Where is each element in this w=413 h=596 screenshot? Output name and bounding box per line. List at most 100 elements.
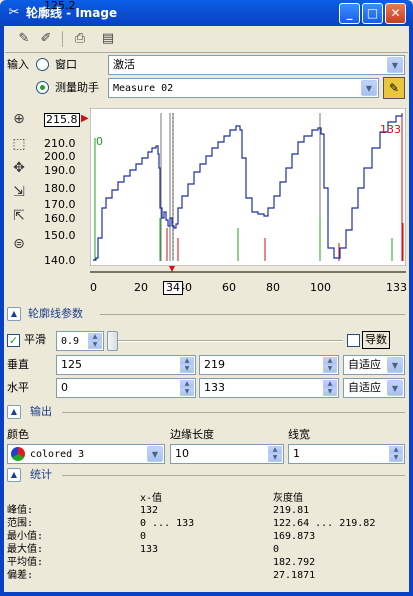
vertical-label: 垂直 <box>7 358 29 371</box>
document-icon[interactable]: ▤ <box>98 29 118 49</box>
output-section-title: 输出 <box>30 405 52 418</box>
measure-radio[interactable] <box>36 81 49 94</box>
close-button[interactable]: ✕ <box>385 3 406 24</box>
y-tick-label: 125.2 <box>44 0 76 12</box>
plot-background <box>90 108 406 266</box>
stats-section-title: 统计 <box>30 468 52 481</box>
window-select[interactable]: 激活 ▼ <box>108 55 405 75</box>
x-tick-label: 60 <box>222 281 236 294</box>
x-marker-triangle-icon <box>169 266 175 272</box>
edge-length-value: 10 <box>175 447 189 460</box>
move-icon[interactable]: ✥ <box>8 157 30 179</box>
measure-assistant-icon[interactable]: ✎ <box>383 77 405 99</box>
stats-x-cell: 0 <box>140 531 147 542</box>
horizontal-min-spinbox[interactable]: 0 ▲ ▼ <box>56 378 196 398</box>
stats-label-cell: 最小值: <box>7 531 44 542</box>
color-select[interactable]: colored 3 ▼ <box>7 444 165 464</box>
color-label: 颜色 <box>7 428 29 441</box>
stats-gray-cell: 219.81 <box>273 505 310 516</box>
smooth-slider-track[interactable] <box>108 340 343 342</box>
x-tick-label: 0 <box>90 281 97 294</box>
chevron-down-icon[interactable]: ▼ <box>361 80 377 96</box>
color-value: colored 3 <box>30 449 85 460</box>
y-tick-label: 150.0 <box>44 229 76 242</box>
chevron-down-icon[interactable]: ▼ <box>387 357 403 373</box>
axis-stretch-icon[interactable]: ⇱ <box>8 205 30 227</box>
vertical-mode-select[interactable]: 自适应 ▼ <box>343 355 405 375</box>
edge-length-spinbox[interactable]: 10 ▲ ▼ <box>170 444 284 464</box>
profile-plot[interactable]: 0 133 <box>90 108 406 266</box>
window-radio-label: 窗口 <box>55 58 77 71</box>
axis-scale-icon[interactable]: ⇲ <box>8 181 30 203</box>
x-axis-ruler[interactable] <box>90 266 406 278</box>
edge-length-spin-buttons[interactable]: ▲ ▼ <box>268 446 282 462</box>
vertical-max-value: 219 <box>204 358 225 371</box>
smooth-spinbox[interactable]: 0.9 ▲ ▼ <box>56 331 104 351</box>
vertical-min-value: 125 <box>61 358 82 371</box>
y-tick-label: 200.0 <box>44 150 76 163</box>
line-width-spinbox[interactable]: 1 ▲ ▼ <box>288 444 405 464</box>
collapse-output-icon[interactable]: ▲ <box>7 405 21 419</box>
vertical-max-spinbox[interactable]: 219 ▲ ▼ <box>199 355 339 375</box>
collapse-params-icon[interactable]: ▲ <box>7 307 21 321</box>
stats-x-cell: 133 <box>140 544 159 555</box>
horizontal-max-spin-buttons[interactable]: ▲ ▼ <box>323 380 337 396</box>
minimize-button[interactable]: _ <box>339 3 360 24</box>
measure-select[interactable]: Measure 02 ▼ <box>108 78 379 98</box>
line-width-spin-buttons[interactable]: ▲ ▼ <box>389 446 403 462</box>
horizontal-mode-select[interactable]: 自适应 ▼ <box>343 378 405 398</box>
horizontal-min-spin-buttons[interactable]: ▲ ▼ <box>180 380 194 396</box>
maximize-button[interactable]: □ <box>362 3 383 24</box>
vertical-max-spin-buttons[interactable]: ▲ ▼ <box>323 357 337 373</box>
section-divider <box>100 314 405 315</box>
vertical-mode-value: 自适应 <box>348 358 381 371</box>
measure-select-value: Measure 02 <box>113 83 174 94</box>
smooth-slider-thumb[interactable] <box>107 331 118 351</box>
chevron-down-icon[interactable]: ▼ <box>387 380 403 396</box>
stats-gray-cell: 27.1871 <box>273 570 316 581</box>
y-tick-label: 160.0 <box>44 212 76 225</box>
derivative-label: 导数 <box>362 331 390 349</box>
vertical-min-spin-buttons[interactable]: ▲ ▼ <box>180 357 194 373</box>
params-section-title: 轮廓线参数 <box>28 307 83 320</box>
stats-label-cell: 最大值: <box>7 544 44 555</box>
print-icon[interactable]: ⎙ <box>70 29 90 49</box>
line-width-value: 1 <box>293 447 300 460</box>
horizontal-max-spinbox[interactable]: 133 ▲ ▼ <box>199 378 339 398</box>
stats-col-gray: 灰度值 <box>273 493 303 504</box>
smooth-label: 平滑 <box>24 333 46 346</box>
stats-gray-cell: 182.792 <box>273 557 316 568</box>
window-frame-right <box>409 26 413 596</box>
section-divider <box>62 412 405 413</box>
x-tick-label: 80 <box>266 281 280 294</box>
x-tick-label: 20 <box>134 281 148 294</box>
app-icon: ✂ <box>8 5 20 20</box>
stats-gray-cell: 122.64 ... 219.82 <box>273 518 376 529</box>
horizontal-max-value: 133 <box>204 381 225 394</box>
x-tick-label: 100 <box>310 281 331 294</box>
window-radio[interactable] <box>36 58 49 71</box>
chevron-down-icon[interactable]: ▼ <box>147 446 163 462</box>
derivative-checkbox[interactable] <box>347 334 360 347</box>
pencil-icon[interactable]: ✎ <box>14 29 34 49</box>
y-tick-label: 210.0 <box>44 137 76 150</box>
toolbar-divider <box>5 52 408 53</box>
y-marker-arrow-icon[interactable]: ▶ <box>81 113 89 124</box>
vertical-min-spinbox[interactable]: 125 ▲ ▼ <box>56 355 196 375</box>
smooth-value: 0.9 <box>61 336 80 347</box>
stats-x-cell: 132 <box>140 505 159 516</box>
smooth-spin-buttons[interactable]: ▲ ▼ <box>88 333 102 349</box>
eraser-icon[interactable]: ✐ <box>36 29 56 49</box>
collapse-stats-icon[interactable]: ▲ <box>7 468 21 482</box>
stats-label-cell: 平均值: <box>7 557 44 568</box>
window-frame-left <box>0 26 4 596</box>
zoom-list-icon[interactable]: ⊜ <box>8 233 30 255</box>
y-tick-label: 190.0 <box>44 164 76 177</box>
smooth-checkbox[interactable]: ✓ <box>7 334 20 347</box>
chevron-down-icon[interactable]: ▼ <box>387 57 403 73</box>
window-select-value: 激活 <box>113 58 135 71</box>
zoom-in-icon[interactable]: ⊕ <box>8 108 30 130</box>
stats-col-x: x-值 <box>140 493 163 504</box>
stats-gray-cell: 169.873 <box>273 531 316 542</box>
chart-fit-icon[interactable]: ⬚ <box>8 133 30 155</box>
